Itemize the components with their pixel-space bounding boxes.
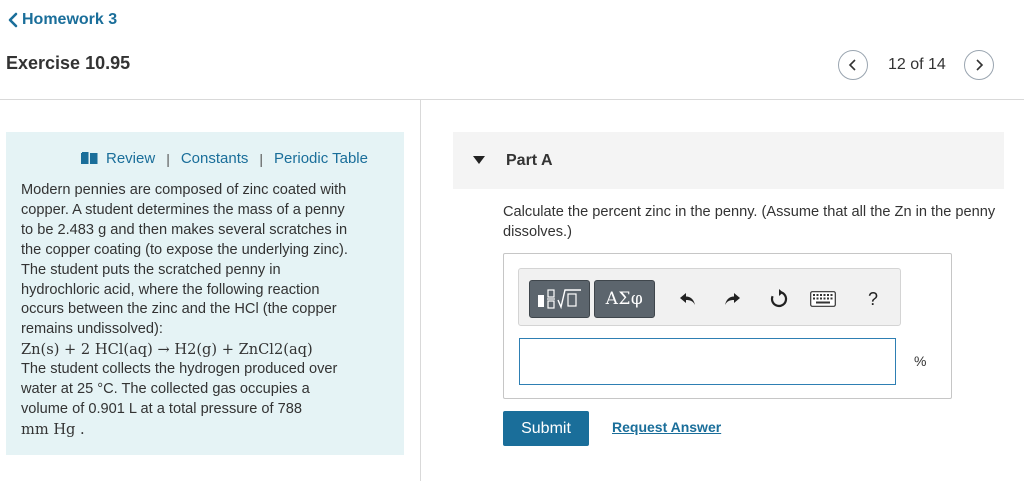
templates-button[interactable] bbox=[529, 280, 590, 318]
keyboard-icon bbox=[810, 291, 836, 307]
problem-line: the copper coating (to expose the underl… bbox=[21, 241, 348, 258]
keyboard-button[interactable] bbox=[809, 289, 837, 309]
math-toolbar: ΑΣφ ? bbox=[518, 268, 901, 326]
problem-text: Modern pennies are composed of zinc coat… bbox=[21, 181, 396, 440]
info-tabs: Review | Constants | Periodic Table bbox=[81, 150, 368, 167]
redo-button[interactable] bbox=[721, 288, 743, 310]
greek-symbols-button[interactable]: ΑΣφ bbox=[594, 280, 655, 318]
pager-count: 12 of 14 bbox=[888, 56, 946, 73]
problem-line: copper. A student determines the mass of… bbox=[21, 201, 345, 218]
tab-review[interactable]: Review bbox=[106, 150, 155, 167]
tab-periodic-table[interactable]: Periodic Table bbox=[274, 150, 368, 167]
problem-line: mm Hg . bbox=[21, 420, 85, 438]
book-icon bbox=[81, 152, 98, 164]
question-text: Calculate the percent zinc in the penny.… bbox=[503, 204, 996, 240]
reaction-equation: Zn(s) + 2 HCl(aq) → H2(g) + ZnCl2(aq) bbox=[21, 341, 313, 359]
column-divider bbox=[420, 99, 421, 481]
problem-line: The student collects the hydrogen produc… bbox=[21, 361, 338, 378]
answer-unit: % bbox=[914, 353, 927, 369]
next-item-button[interactable] bbox=[963, 50, 994, 80]
submit-button[interactable]: Submit bbox=[503, 411, 589, 446]
pager: 12 of 14 bbox=[838, 49, 994, 81]
back-to-homework-link[interactable]: Homework 3 bbox=[6, 10, 117, 30]
tab-separator: | bbox=[166, 150, 170, 167]
problem-line: The student puts the scratched penny in bbox=[21, 261, 281, 278]
answer-input[interactable] bbox=[519, 338, 896, 385]
greek-symbols-label: ΑΣφ bbox=[605, 289, 644, 309]
problem-line: volume of 0.901 L at a total pressure of… bbox=[21, 400, 302, 417]
answer-box: ΑΣφ ? % bbox=[503, 253, 952, 399]
collapse-triangle-icon bbox=[473, 156, 485, 164]
problem-info-panel: Review | Constants | Periodic Table Mode… bbox=[6, 132, 404, 455]
problem-line: to be 2.483 g and then makes several scr… bbox=[21, 221, 348, 238]
fraction-sqrt-icon bbox=[537, 289, 581, 310]
undo-button[interactable] bbox=[677, 288, 699, 310]
redo-icon bbox=[725, 293, 740, 305]
tab-constants[interactable]: Constants bbox=[181, 150, 249, 167]
reset-icon bbox=[770, 289, 788, 308]
back-link-label: Homework 3 bbox=[22, 11, 118, 28]
reset-button[interactable] bbox=[767, 287, 791, 311]
problem-line: Modern pennies are composed of zinc coat… bbox=[21, 182, 347, 198]
problem-line: occurs between the zinc and the HCl (the… bbox=[21, 301, 337, 318]
problem-line: water at 25 °C. The collected gas occupi… bbox=[21, 381, 310, 398]
help-button[interactable]: ? bbox=[863, 287, 883, 311]
part-a-header[interactable]: Part A bbox=[453, 132, 1004, 189]
problem-line: remains undissolved): bbox=[21, 321, 163, 338]
header-divider bbox=[0, 99, 1024, 100]
chevron-left-icon bbox=[8, 12, 18, 28]
previous-item-button[interactable] bbox=[838, 50, 868, 80]
part-label: Part A bbox=[506, 152, 553, 169]
page-title: Exercise 10.95 bbox=[6, 53, 131, 73]
problem-line: hydrochloric acid, where the following r… bbox=[21, 281, 320, 298]
undo-icon bbox=[680, 293, 695, 305]
chevron-left-icon bbox=[848, 59, 856, 71]
tab-separator: | bbox=[259, 150, 264, 167]
chevron-right-icon bbox=[976, 59, 983, 71]
request-answer-link[interactable]: Request Answer bbox=[612, 419, 721, 435]
